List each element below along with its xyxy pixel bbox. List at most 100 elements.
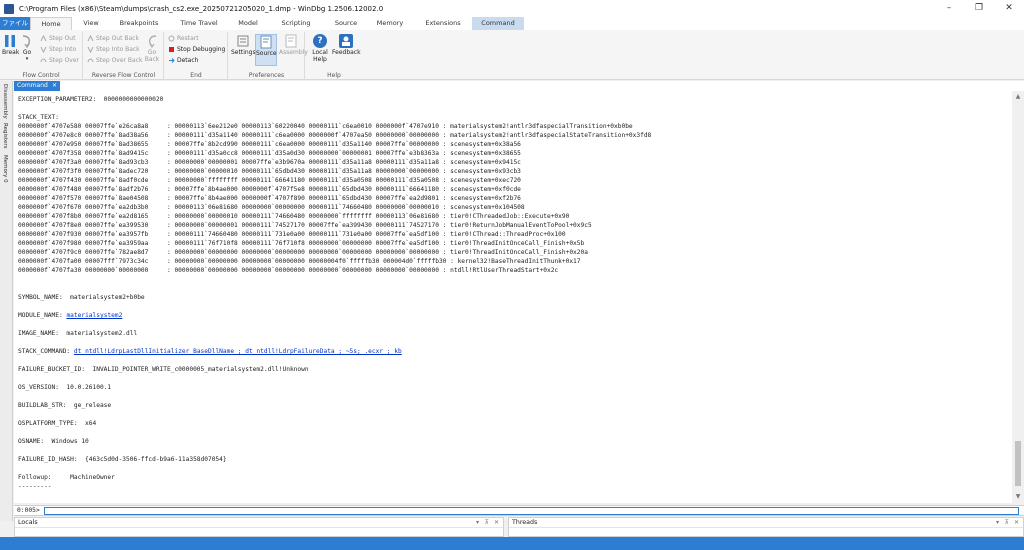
close-icon[interactable]: ✕: [494, 518, 499, 528]
go-arrow-icon: [20, 34, 34, 49]
output-line-text: OSNAME: Windows 10: [18, 438, 89, 445]
group-help: ? Local Help Feedback Help: [306, 32, 362, 80]
output-line-text: 0000000f`4707e580 00007ffe`e26ca8a8 : 00…: [18, 123, 633, 130]
output-line: 0000000f`4707f670 00007ffe`ea2db3b0 : 00…: [18, 203, 651, 212]
break-button[interactable]: Break: [2, 34, 19, 56]
scroll-up-icon[interactable]: ▲: [1014, 93, 1022, 101]
output-line-text: 0000000f`4707fa30 00000000`00000000 : 00…: [18, 267, 559, 274]
sidebar-item-registers[interactable]: Registers: [2, 123, 8, 149]
pin-icon[interactable]: ⊼: [1005, 518, 1009, 528]
stop-icon: [168, 46, 175, 53]
output-line-text: 0000000f`4707f3f0 00007ffe`8adec720 : 00…: [18, 168, 521, 175]
stack-command-link[interactable]: dt ntdll!LdrpLastDllInitializer BaseDllN…: [74, 348, 402, 355]
go-back-label: Go Back: [144, 49, 160, 63]
minimize-button[interactable]: –: [934, 0, 964, 17]
tab-breakpoints[interactable]: Breakpoints: [110, 17, 168, 30]
sidebar-item-disassembly[interactable]: Disassembly: [2, 84, 8, 119]
assembly-button[interactable]: Assembly: [279, 34, 308, 56]
pin-icon[interactable]: ⊼: [485, 518, 489, 528]
step-over-back-icon: [87, 57, 94, 64]
output-line: IMAGE_NAME: materialsystem2.dll: [18, 329, 651, 338]
step-into-back-button[interactable]: Step Into Back: [87, 45, 140, 54]
step-over-back-button[interactable]: Step Over Back: [87, 56, 142, 65]
stop-debugging-button[interactable]: Stop Debugging: [168, 45, 225, 54]
output-line-text: 0000000f`4707f9c0 00007ffe`782ae8d7 : 00…: [18, 249, 588, 256]
output-line: 0000000f`4707e580 00007ffe`e26ca8a8 : 00…: [18, 122, 651, 131]
tab-model[interactable]: Model: [230, 17, 266, 30]
feedback-button[interactable]: Feedback: [332, 34, 361, 56]
tab-file[interactable]: ファイル: [0, 17, 30, 30]
settings-button[interactable]: Settings: [231, 34, 256, 56]
dropdown-icon[interactable]: ▾: [476, 518, 479, 528]
step-out-label: Step Out: [49, 35, 76, 42]
scrollbar-thumb[interactable]: [1015, 441, 1021, 486]
tab-scripting[interactable]: Scripting: [266, 17, 326, 30]
locals-panel-title: Locals: [15, 518, 503, 528]
group-preferences: Settings Source Assembly Preferences: [229, 32, 308, 80]
tab-extensions[interactable]: Extensions: [414, 17, 472, 30]
status-bar: [0, 537, 1024, 550]
output-line: SYMBOL_NAME: materialsystem2+b0be: [18, 293, 651, 302]
output-line-text: MODULE_NAME:: [18, 312, 67, 319]
command-input-field[interactable]: [44, 507, 1019, 515]
close-icon[interactable]: ✕: [1014, 518, 1019, 528]
step-into-button[interactable]: Step Into: [40, 45, 76, 54]
output-line: Followup: MachineOwner: [18, 473, 651, 482]
tab-home[interactable]: Home: [30, 17, 72, 30]
maximize-button[interactable]: ❐: [964, 0, 994, 17]
close-button[interactable]: ✕: [994, 0, 1024, 17]
window-title: C:\Program Files (x86)\Steam\dumps\crash…: [19, 4, 384, 13]
output-line-text: STACK_TEXT:: [18, 114, 59, 121]
command-pane-header: Command ✕: [14, 81, 1024, 91]
output-line-text: 0000000f`4707f430 00007ffe`8adf0cde : 00…: [18, 177, 521, 184]
tab-memory[interactable]: Memory: [366, 17, 414, 30]
output-line-text: 0000000f`4707f930 00007ffe`ea3957fb : 00…: [18, 231, 566, 238]
output-line: ---------: [18, 482, 651, 491]
detach-button[interactable]: Detach: [168, 56, 198, 65]
close-icon[interactable]: ✕: [52, 81, 57, 91]
step-over-button[interactable]: Step Over: [40, 56, 79, 65]
output-line: MODULE_NAME: materialsystem2: [18, 311, 651, 320]
command-output[interactable]: EXCEPTION_PARAMETER2: 0000000000000020 ST…: [14, 91, 1012, 503]
command-pane-tab[interactable]: Command ✕: [14, 81, 60, 91]
source-button[interactable]: Source: [255, 34, 277, 66]
local-help-button[interactable]: ? Local Help: [308, 34, 332, 63]
command-scrollbar[interactable]: ▲ ▼: [1012, 91, 1024, 503]
tab-source[interactable]: Source: [326, 17, 366, 30]
ribbon-tabs: ファイル Home View Breakpoints Time Travel M…: [0, 17, 1024, 30]
output-line: 0000000f`4707e8c0 00007ffe`8ad38a56 : 00…: [18, 131, 651, 140]
go-back-button[interactable]: Go Back: [144, 34, 160, 63]
output-line: 0000000f`4707f430 00007ffe`8adf0cde : 00…: [18, 176, 651, 185]
output-line-text: Followup: MachineOwner: [18, 474, 115, 481]
sidebar-item-memory[interactable]: Memory 0: [2, 155, 8, 183]
output-line-text: SYMBOL_NAME: materialsystem2+b0be: [18, 294, 145, 301]
output-line-text: ---------: [18, 483, 52, 490]
locals-panel: Locals ▾ ⊼ ✕: [14, 517, 504, 537]
step-out-back-button[interactable]: Step Out Back: [87, 34, 139, 43]
local-help-label: Local Help: [312, 49, 328, 63]
reverse-flow-control-label: Reverse Flow Control: [91, 72, 156, 79]
output-line-text: 0000000f`4707f670 00007ffe`ea2db3b0 : 00…: [18, 204, 525, 211]
go-label: Go: [22, 49, 32, 56]
ribbon: Break Go ▾ Step Out Step Into Step Over …: [0, 30, 1024, 80]
output-line-text: 0000000f`4707f3a0 00007ffe`8ad93cb3 : 00…: [18, 159, 521, 166]
group-end: Restart Stop Debugging Detach End: [165, 32, 228, 80]
tab-view[interactable]: View: [72, 17, 110, 30]
tab-time-travel[interactable]: Time Travel: [168, 17, 230, 30]
scroll-down-icon[interactable]: ▼: [1014, 493, 1022, 501]
output-line-text: 0000000f`4707f980 00007ffe`ea3959aa : 00…: [18, 240, 585, 247]
module-name-link[interactable]: materialsystem2: [66, 312, 122, 319]
restart-button[interactable]: Restart: [168, 34, 199, 43]
go-button[interactable]: Go ▾: [20, 34, 34, 62]
output-line: OS_VERSION: 10.0.26100.1: [18, 383, 651, 392]
tab-command[interactable]: Command: [472, 17, 524, 30]
dropdown-icon[interactable]: ▾: [996, 518, 999, 528]
feedback-icon: [339, 34, 353, 48]
step-out-button[interactable]: Step Out: [40, 34, 75, 43]
output-line: 0000000f`4707f3f0 00007ffe`8adec720 : 00…: [18, 167, 651, 176]
